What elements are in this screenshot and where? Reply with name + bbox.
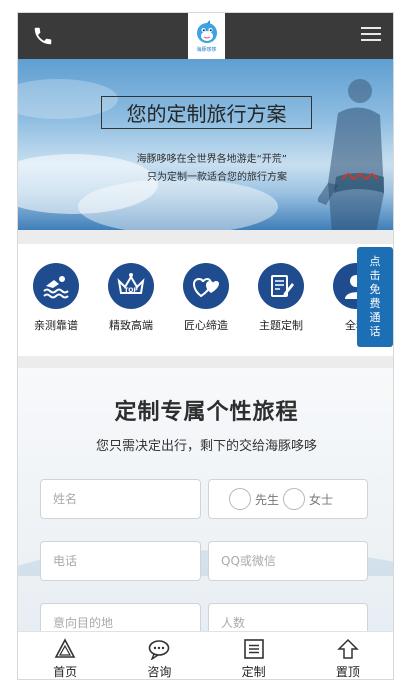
feature-circle <box>183 263 229 309</box>
banner-line-2: 只为定制一款适合您的旅行方案 <box>147 172 287 183</box>
nav-top-label: 置顶 <box>335 665 360 679</box>
phone-input[interactable] <box>40 541 201 581</box>
nav-consult[interactable]: 咨询 <box>112 632 206 679</box>
gender-female-label: 女士 <box>309 492 334 507</box>
cloud-shape <box>78 179 278 230</box>
nav-consult-label: 咨询 <box>147 665 172 679</box>
gender-female-option[interactable]: 女士 <box>283 488 333 510</box>
site-logo[interactable]: 海豚哆哆 <box>188 13 225 59</box>
gender-selector: 先生 女士 <box>208 479 368 519</box>
list-icon <box>243 639 264 659</box>
feature-circle <box>258 263 304 309</box>
nav-custom-label: 定制 <box>241 665 266 679</box>
mobile-page-frame: 海豚哆哆 您的定制旅行方案 海豚哆哆在全世界各地游走“开荒” 只为定制一款适合您… <box>17 12 394 680</box>
banner-title: 您的定制旅行方案 <box>126 102 287 126</box>
phone-button[interactable] <box>32 25 54 47</box>
hero-banner[interactable]: 您的定制旅行方案 海豚哆哆在全世界各地游走“开荒” 只为定制一款适合您的旅行方案 <box>18 59 393 230</box>
top-crown-icon: TOP <box>117 273 145 294</box>
document-pen-icon <box>271 275 294 297</box>
feature-item-premium[interactable]: TOP 精致高端 <box>101 263 161 333</box>
nav-home[interactable]: 首页 <box>18 632 112 679</box>
dolphin-logo-icon <box>196 20 217 43</box>
phone-icon <box>34 27 52 45</box>
feature-circle <box>33 263 79 309</box>
feature-item-theme[interactable]: 主题定制 <box>251 263 311 333</box>
menu-line <box>361 33 381 35</box>
nav-top[interactable]: 置顶 <box>301 632 393 679</box>
logo-text: 海豚哆哆 <box>196 47 217 53</box>
header-bar: 海豚哆哆 <box>18 13 393 59</box>
menu-button[interactable] <box>361 27 381 45</box>
svg-text:TOP: TOP <box>124 287 138 294</box>
hamburger-menu-icon <box>361 27 381 29</box>
feature-item-tested[interactable]: 亲测靠谱 <box>26 263 86 333</box>
feature-row: 亲测靠谱 TOP 精致高端 匠心缔造 主题定制 全程 <box>18 244 393 356</box>
hearts-icon <box>193 277 219 298</box>
feature-label: 匠心缔造 <box>184 319 228 332</box>
form-subtitle: 您只需决定出行，剩下的交给海豚哆哆 <box>95 439 317 454</box>
arrow-up-icon <box>337 638 359 659</box>
bottom-navigation: 首页 咨询 定制 置顶 <box>18 631 393 679</box>
feature-label: 主题定制 <box>259 319 303 332</box>
form-title: 定制专属个性旅程 <box>114 399 299 425</box>
gender-male-label: 先生 <box>255 492 280 507</box>
menu-line <box>361 39 381 41</box>
free-call-button[interactable]: 点击免费通话 <box>357 247 393 347</box>
free-call-label: 点击免费通话 <box>369 255 381 338</box>
nav-custom[interactable]: 定制 <box>207 632 301 679</box>
swimmer-icon <box>43 276 69 299</box>
traveler-silhouette <box>318 79 384 230</box>
feature-label: 亲测靠谱 <box>34 319 78 332</box>
qq-wechat-input[interactable] <box>208 541 368 581</box>
radio-button[interactable] <box>283 488 306 510</box>
home-triangle-icon <box>54 638 76 658</box>
banner-line-1: 海豚哆哆在全世界各地游走“开荒” <box>136 154 287 165</box>
banner-title-box: 您的定制旅行方案 <box>101 96 312 129</box>
feature-item-craft[interactable]: 匠心缔造 <box>176 263 236 333</box>
feature-circle: TOP <box>108 263 154 309</box>
feature-label: 精致高端 <box>109 319 153 332</box>
nav-home-label: 首页 <box>53 665 78 679</box>
chat-bubble-icon <box>149 640 170 660</box>
gender-male-option[interactable]: 先生 <box>229 488 279 510</box>
name-input[interactable] <box>40 479 201 519</box>
radio-button[interactable] <box>229 488 251 510</box>
